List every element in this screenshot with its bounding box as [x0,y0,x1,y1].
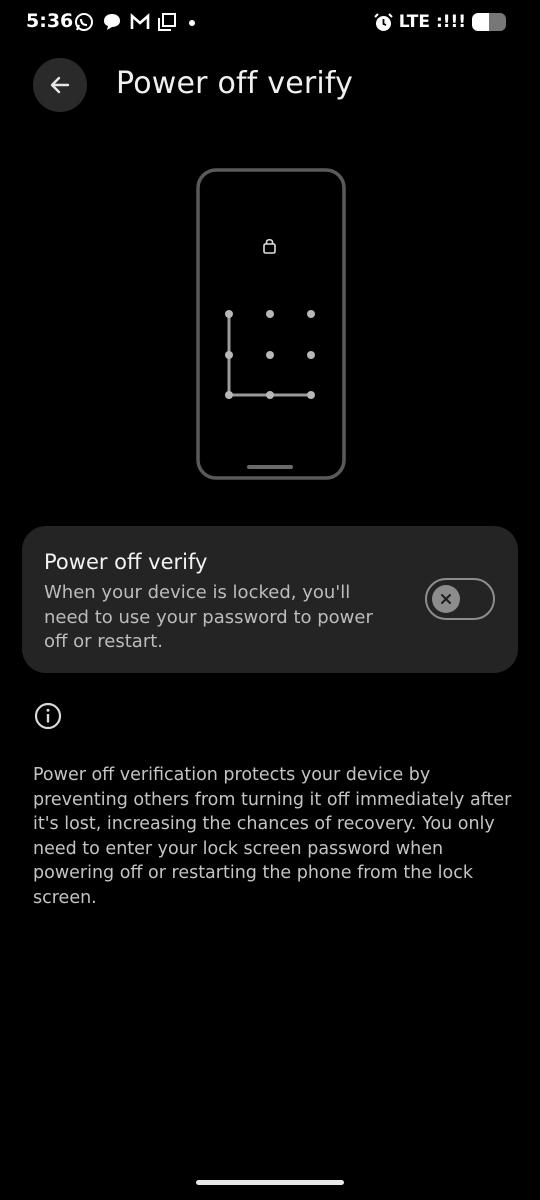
gmail-icon [130,13,150,29]
chat-bubble-icon [104,14,120,30]
notification-icons [74,12,200,32]
info-description: Power off verification protects your dev… [33,765,512,908]
battery-icon [472,13,506,31]
info-icon [34,702,62,730]
close-icon [441,594,451,604]
page-title: Power off verify [116,66,354,101]
system-icons: LTE :!!! [373,12,506,32]
status-bar: 5:36 LTE :!!! [0,0,540,46]
power-off-verify-toggle[interactable] [425,578,495,620]
screen-icon [158,13,176,31]
toggle-knob [432,585,460,613]
arrow-left-icon [50,76,70,94]
pattern-dots [225,310,315,399]
whatsapp-icon [75,13,93,31]
gesture-nav-handle[interactable] [196,1180,344,1185]
setting-description: When your device is locked, you'll need … [44,582,373,652]
dot-icon [189,20,195,26]
alarm-icon [373,12,393,31]
lock-icon [263,238,276,254]
back-button[interactable] [33,58,87,112]
network-type: LTE [398,12,430,32]
phone-outline [196,168,346,480]
phone-pattern-illustration [196,168,346,480]
status-time: 5:36 [26,10,74,32]
power-off-verify-card[interactable]: Power off verify When your device is loc… [22,526,518,673]
setting-title: Power off verify [44,550,208,574]
phone-home-bar [247,465,293,469]
signal-icon: :!!! [435,12,466,32]
battery-level [472,13,489,31]
